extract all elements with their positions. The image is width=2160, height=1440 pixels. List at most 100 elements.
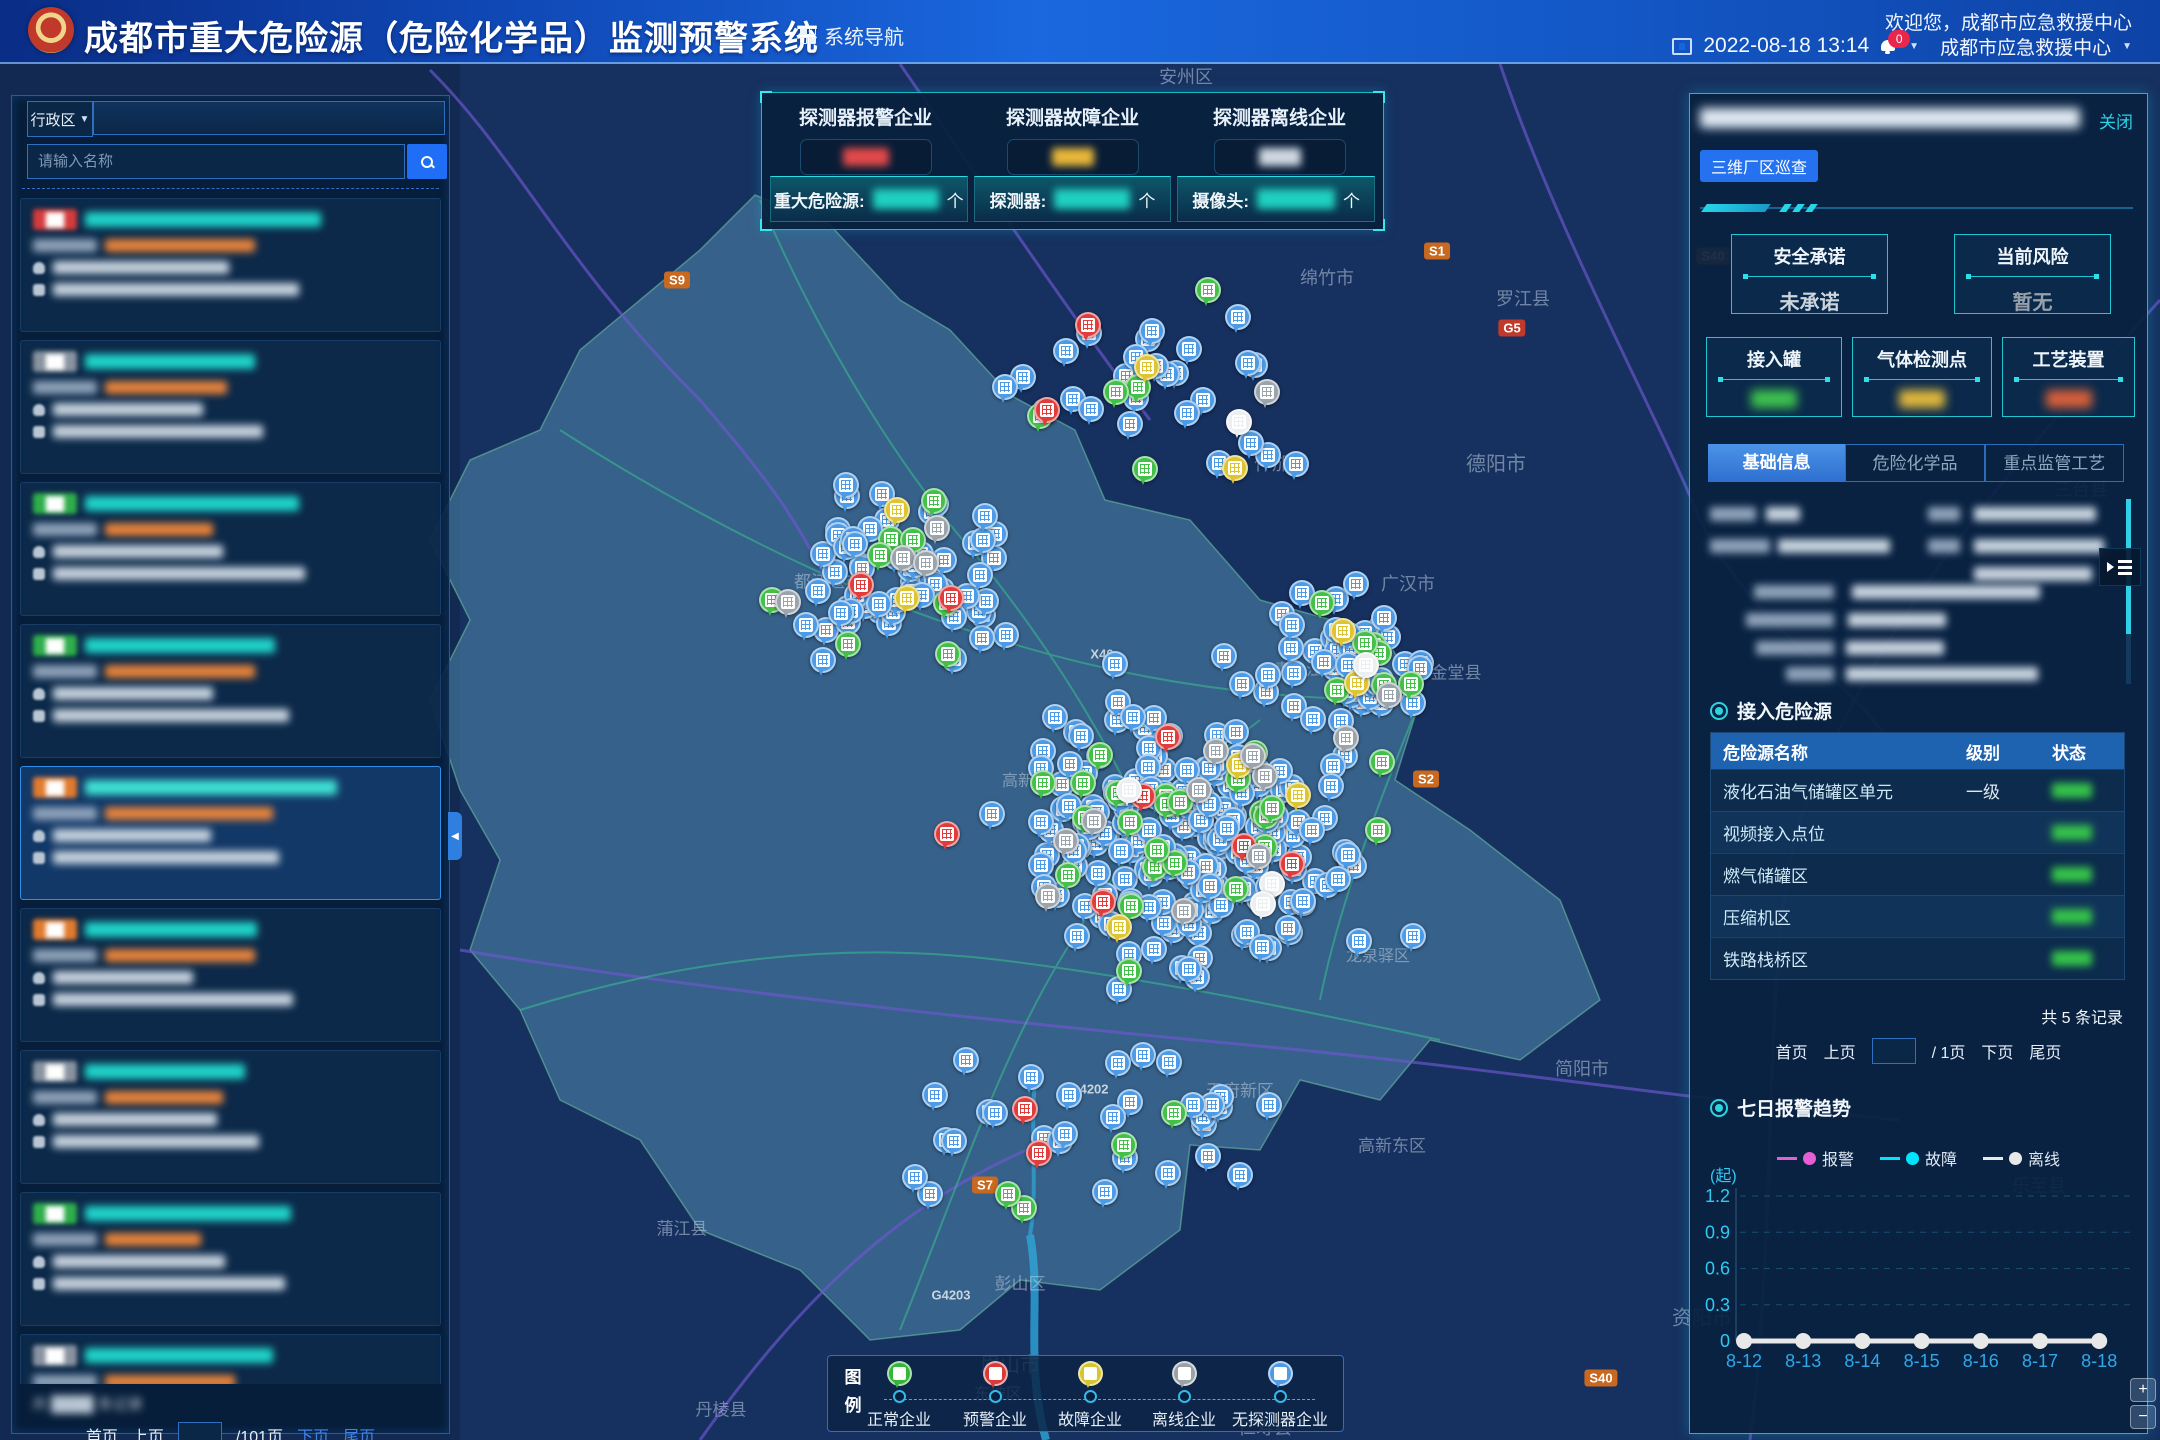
company-map-pin[interactable] (1056, 1082, 1082, 1108)
company-map-pin[interactable] (913, 550, 939, 576)
company-map-pin[interactable] (934, 821, 960, 847)
company-map-pin[interactable] (1055, 862, 1081, 888)
company-map-pin[interactable] (894, 585, 920, 611)
page-number-input[interactable] (1872, 1038, 1916, 1064)
company-map-pin[interactable] (1311, 649, 1337, 675)
company-map-pin[interactable] (1106, 914, 1132, 940)
company-map-pin[interactable] (1279, 612, 1305, 638)
next-page-link[interactable]: 下页 (1981, 1039, 2013, 1063)
company-map-pin[interactable] (1070, 770, 1096, 796)
company-map-pin[interactable] (1365, 817, 1391, 843)
company-map-pin[interactable] (1035, 883, 1061, 909)
last-page-link[interactable]: 尾页 (2029, 1039, 2061, 1063)
company-map-pin[interactable] (1299, 817, 1325, 843)
company-map-pin[interactable] (938, 585, 964, 611)
plant-3d-tour-button[interactable]: 三维厂区巡查 (1700, 150, 1818, 182)
company-map-pin[interactable] (1318, 773, 1344, 799)
company-map-pin[interactable] (1116, 958, 1142, 984)
company-map-pin[interactable] (1139, 318, 1165, 344)
region-value-input[interactable] (93, 101, 445, 135)
company-map-pin[interactable] (953, 1047, 979, 1073)
company-map-pin[interactable] (1290, 888, 1316, 914)
company-map-pin[interactable] (1211, 643, 1237, 669)
prev-page-link[interactable]: 上页 (132, 1423, 164, 1440)
company-map-pin[interactable] (1105, 1050, 1131, 1076)
company-map-pin[interactable] (1333, 725, 1359, 751)
table-row[interactable]: 视频接入点位 (1711, 811, 2124, 853)
user-menu[interactable]: 成都市应急救援中心 (1940, 33, 2111, 60)
region-filter-dropdown[interactable]: 行政区 ▼ (27, 101, 93, 137)
company-map-pin[interactable] (866, 591, 892, 617)
company-map-pin[interactable] (1117, 411, 1143, 437)
table-row[interactable]: 燃气储罐区 (1711, 853, 2124, 895)
fullscreen-icon[interactable] (1672, 38, 1692, 55)
company-map-pin[interactable] (1141, 936, 1167, 962)
scrollbar[interactable] (2126, 499, 2131, 684)
company-map-pin[interactable] (890, 545, 916, 571)
first-page-link[interactable]: 首页 (1776, 1039, 1808, 1063)
company-map-pin[interactable] (1176, 336, 1202, 362)
company-map-pin[interactable] (775, 589, 801, 615)
company-map-pin[interactable] (1223, 876, 1249, 902)
company-map-pin[interactable] (793, 612, 819, 638)
company-map-pin[interactable] (1240, 743, 1266, 769)
company-map-pin[interactable] (922, 1082, 948, 1108)
company-map-pin[interactable] (1078, 396, 1104, 422)
company-map-pin[interactable] (1085, 860, 1111, 886)
company-map-pin[interactable] (1223, 719, 1249, 745)
sidebar-collapse-handle[interactable]: ◀ (448, 812, 462, 860)
company-map-pin[interactable] (1369, 749, 1395, 775)
company-map-pin[interactable] (967, 562, 993, 588)
company-map-pin[interactable] (921, 488, 947, 514)
company-map-pin[interactable] (1256, 1092, 1282, 1118)
tab-基础信息[interactable]: 基础信息 (1708, 444, 1845, 482)
company-list-item[interactable]: ██ (20, 340, 441, 474)
company-list-item[interactable]: ██ (20, 198, 441, 332)
next-page-link[interactable]: 下页 (297, 1423, 329, 1440)
company-list-item[interactable]: ██ (20, 624, 441, 758)
close-panel-link[interactable]: 关闭 (2099, 108, 2133, 133)
company-map-pin[interactable] (1103, 379, 1129, 405)
company-map-pin[interactable] (1171, 898, 1197, 924)
company-map-pin[interactable] (935, 641, 961, 667)
company-map-pin[interactable] (1353, 652, 1379, 678)
company-map-pin[interactable] (1235, 350, 1261, 376)
company-map-pin[interactable] (1197, 873, 1223, 899)
company-map-pin[interactable] (1053, 338, 1079, 364)
company-map-pin[interactable] (1120, 704, 1146, 730)
company-map-pin[interactable] (979, 801, 1005, 827)
company-map-pin[interactable] (833, 472, 859, 498)
company-list-item[interactable]: ██ (20, 482, 441, 616)
company-map-pin[interactable] (1156, 1049, 1182, 1075)
company-map-pin[interactable] (1203, 738, 1229, 764)
map-zoom-out-button[interactable]: − (2130, 1405, 2156, 1429)
company-map-pin[interactable] (1186, 777, 1212, 803)
system-nav-button[interactable]: 系统导航 (800, 21, 904, 50)
notification-bell[interactable]: 0 (1880, 37, 1898, 55)
company-list-item[interactable]: ██ (20, 1192, 441, 1326)
company-map-pin[interactable] (1042, 704, 1068, 730)
company-map-pin[interactable] (1053, 828, 1079, 854)
chevron-down-icon[interactable]: ▼ (2122, 41, 2132, 52)
table-row[interactable]: 铁路栈桥区 (1711, 937, 2124, 979)
company-map-pin[interactable] (805, 578, 831, 604)
company-map-pin[interactable] (1398, 671, 1424, 697)
company-map-pin[interactable] (1176, 956, 1202, 982)
company-map-pin[interactable] (1030, 770, 1056, 796)
company-map-pin[interactable] (1034, 397, 1060, 423)
company-map-pin[interactable] (972, 503, 998, 529)
company-map-pin[interactable] (995, 1181, 1021, 1207)
company-map-pin[interactable] (1052, 1121, 1078, 1147)
panel-collapse-button[interactable] (2099, 548, 2141, 586)
company-map-pin[interactable] (993, 622, 1019, 648)
tab-危险化学品[interactable]: 危险化学品 (1845, 444, 1984, 482)
company-map-pin[interactable] (1028, 809, 1054, 835)
page-number-input[interactable] (178, 1422, 222, 1440)
company-map-pin[interactable] (848, 572, 874, 598)
table-row[interactable]: 压缩机区 (1711, 895, 2124, 937)
company-map-pin[interactable] (941, 1128, 967, 1154)
company-map-pin[interactable] (1087, 742, 1113, 768)
company-map-pin[interactable] (1081, 808, 1107, 834)
company-map-pin[interactable] (1249, 934, 1275, 960)
company-map-pin[interactable] (1144, 837, 1170, 863)
